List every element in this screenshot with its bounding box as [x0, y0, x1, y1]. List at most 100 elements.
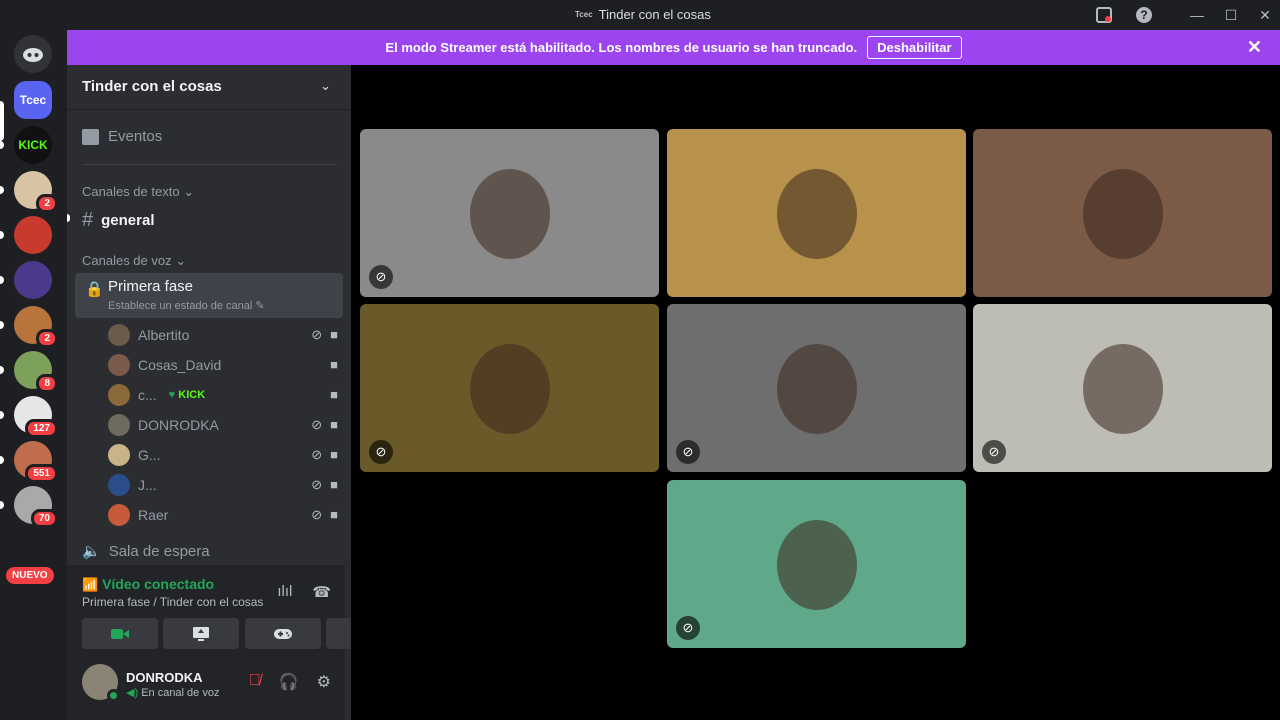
channel-status[interactable]: Establece un estado de canal ✎ [108, 299, 265, 312]
voice-member[interactable]: c... ♥ KICK ■ [108, 383, 338, 407]
voice-member[interactable]: Raer ⊘ ■ [108, 503, 338, 527]
camera-button[interactable] [82, 618, 158, 649]
category-label: Canales de voz [82, 253, 172, 268]
video-tile[interactable] [667, 129, 966, 297]
title-bar: Tcec Tinder con el cosas ? — ☐ ✕ [0, 0, 1280, 30]
server-icon[interactable]: 2 [14, 171, 58, 213]
participant-video [777, 520, 857, 610]
avatar [108, 324, 130, 346]
events-item[interactable]: Eventos [82, 128, 162, 145]
voice-member[interactable]: Cosas_David ■ [108, 353, 338, 377]
mic-muted-icon: ⊘ [982, 440, 1006, 464]
server-name[interactable]: Tinder con el cosas [82, 78, 222, 95]
video-camera-icon: ■ [330, 447, 338, 462]
server-icon[interactable]: Tcec [14, 81, 52, 119]
mention-badge: 70 [30, 509, 58, 528]
username[interactable]: DONRODKA [126, 670, 203, 685]
server-icon[interactable]: 127 [14, 396, 58, 438]
events-label: Eventos [108, 128, 163, 145]
video-tile[interactable]: ⊘ [360, 304, 659, 472]
video-tile[interactable]: ⊘ [667, 304, 966, 472]
signal-icon: 📶 [82, 577, 99, 592]
member-name: G... [138, 447, 161, 463]
calendar-icon [82, 128, 99, 145]
unread-pill [0, 366, 4, 374]
maximize-icon[interactable]: ☐ [1221, 5, 1241, 25]
unread-pill [0, 411, 4, 419]
mic-muted-icon: ⊘ [311, 507, 323, 522]
video-tile[interactable] [973, 129, 1272, 297]
voice-channel-waiting-room[interactable]: 🔈 Sala de espera [82, 542, 210, 561]
close-banner-icon[interactable]: ✕ [1247, 37, 1262, 58]
mic-muted-icon: ⊘ [369, 265, 393, 289]
help-icon[interactable]: ? [1134, 5, 1154, 25]
channel-general[interactable]: # general [82, 209, 154, 232]
avatar [108, 384, 130, 406]
member-name: DONRODKA [138, 417, 219, 433]
participant-video [1083, 169, 1163, 259]
voice-channel-primera-fase[interactable]: 🔒 Primera fase Establece un estado de ca… [75, 273, 343, 318]
disable-streamer-mode-button[interactable]: Deshabilitar [867, 36, 962, 59]
member-name: J... [138, 477, 157, 493]
member-name: Cosas_David [138, 357, 222, 373]
close-window-icon[interactable]: ✕ [1255, 5, 1275, 25]
server-icon[interactable] [14, 216, 52, 254]
voice-channel-name: Primera fase [108, 278, 194, 295]
voice-connected-status: 📶 Vídeo conectado [82, 576, 214, 593]
avatar [108, 504, 130, 526]
headphones-icon[interactable]: 🎧 [279, 672, 299, 692]
member-name: c... [138, 387, 157, 403]
chevron-down-icon[interactable]: ⌄ [320, 78, 331, 94]
server-icon[interactable] [14, 261, 52, 299]
channel-label: Sala de espera [108, 542, 210, 560]
video-tile[interactable]: ⊘ [973, 304, 1272, 472]
home-button[interactable] [14, 35, 52, 73]
minimize-icon[interactable]: — [1187, 5, 1207, 25]
avatar [108, 444, 130, 466]
video-tile[interactable]: ⊘ [360, 129, 659, 297]
disconnect-icon[interactable]: ☎ [312, 583, 331, 601]
settings-gear-icon[interactable]: ⚙ [317, 672, 331, 692]
unread-pill [0, 186, 4, 194]
noise-suppression-icon[interactable]: ılıl [277, 583, 292, 601]
mic-muted-icon: ⊘ [676, 616, 700, 640]
server-icon[interactable]: 8 [14, 351, 58, 393]
server-avatar: Tcec [14, 81, 52, 119]
unread-indicator [67, 214, 70, 222]
lock-icon: 🔒 [85, 281, 104, 298]
participant-video [470, 344, 550, 434]
mic-muted-icon: ⊘ [369, 440, 393, 464]
participant-video [777, 344, 857, 434]
member-name: Albertito [138, 327, 190, 343]
discord-logo-icon [14, 35, 52, 73]
voice-member[interactable]: J... ⊘ ■ [108, 473, 338, 497]
voice-icon: ◀) [126, 687, 139, 699]
unread-pill [0, 501, 4, 509]
category-label: Canales de texto [82, 184, 180, 199]
online-status-icon [107, 689, 120, 702]
channel-sidebar: Tinder con el cosas ⌄ Eventos Canales de… [67, 65, 402, 720]
server-icon[interactable]: 2 [14, 306, 58, 348]
voice-member[interactable]: DONRODKA ⊘ ■ [108, 413, 338, 437]
category-voice-channels[interactable]: Canales de voz ⌄ [82, 253, 186, 269]
voice-location[interactable]: Primera fase / Tinder con el cosas [82, 595, 263, 609]
user-status-text: En canal de voz [141, 687, 220, 699]
video-camera-icon: ■ [330, 417, 338, 432]
category-text-channels[interactable]: Canales de texto ⌄ [82, 184, 194, 200]
divider [82, 164, 337, 165]
voice-member[interactable]: Albertito ⊘ ■ [108, 323, 338, 347]
video-tile[interactable]: ⊘ [667, 480, 966, 648]
svg-text:?: ? [1140, 8, 1147, 22]
mic-muted-icon: ⊘ [311, 477, 323, 492]
server-icon[interactable]: 70 [14, 486, 58, 528]
server-icon[interactable]: KICK [14, 126, 52, 164]
activities-button[interactable] [245, 618, 321, 649]
streamer-mode-text: El modo Streamer está habilitado. Los no… [385, 40, 858, 55]
server-icon[interactable]: 551 [14, 441, 58, 483]
screen-share-button[interactable] [163, 618, 239, 649]
mic-muted-icon[interactable]: 🎙̸ [249, 672, 261, 692]
user-status: ◀) En canal de voz [126, 686, 219, 699]
video-grid: ⊘ ⊘ ⊘ ⊘ ⊘ [351, 65, 1280, 720]
voice-member[interactable]: G... ⊘ ■ [108, 443, 338, 467]
inbox-icon[interactable] [1094, 5, 1114, 25]
